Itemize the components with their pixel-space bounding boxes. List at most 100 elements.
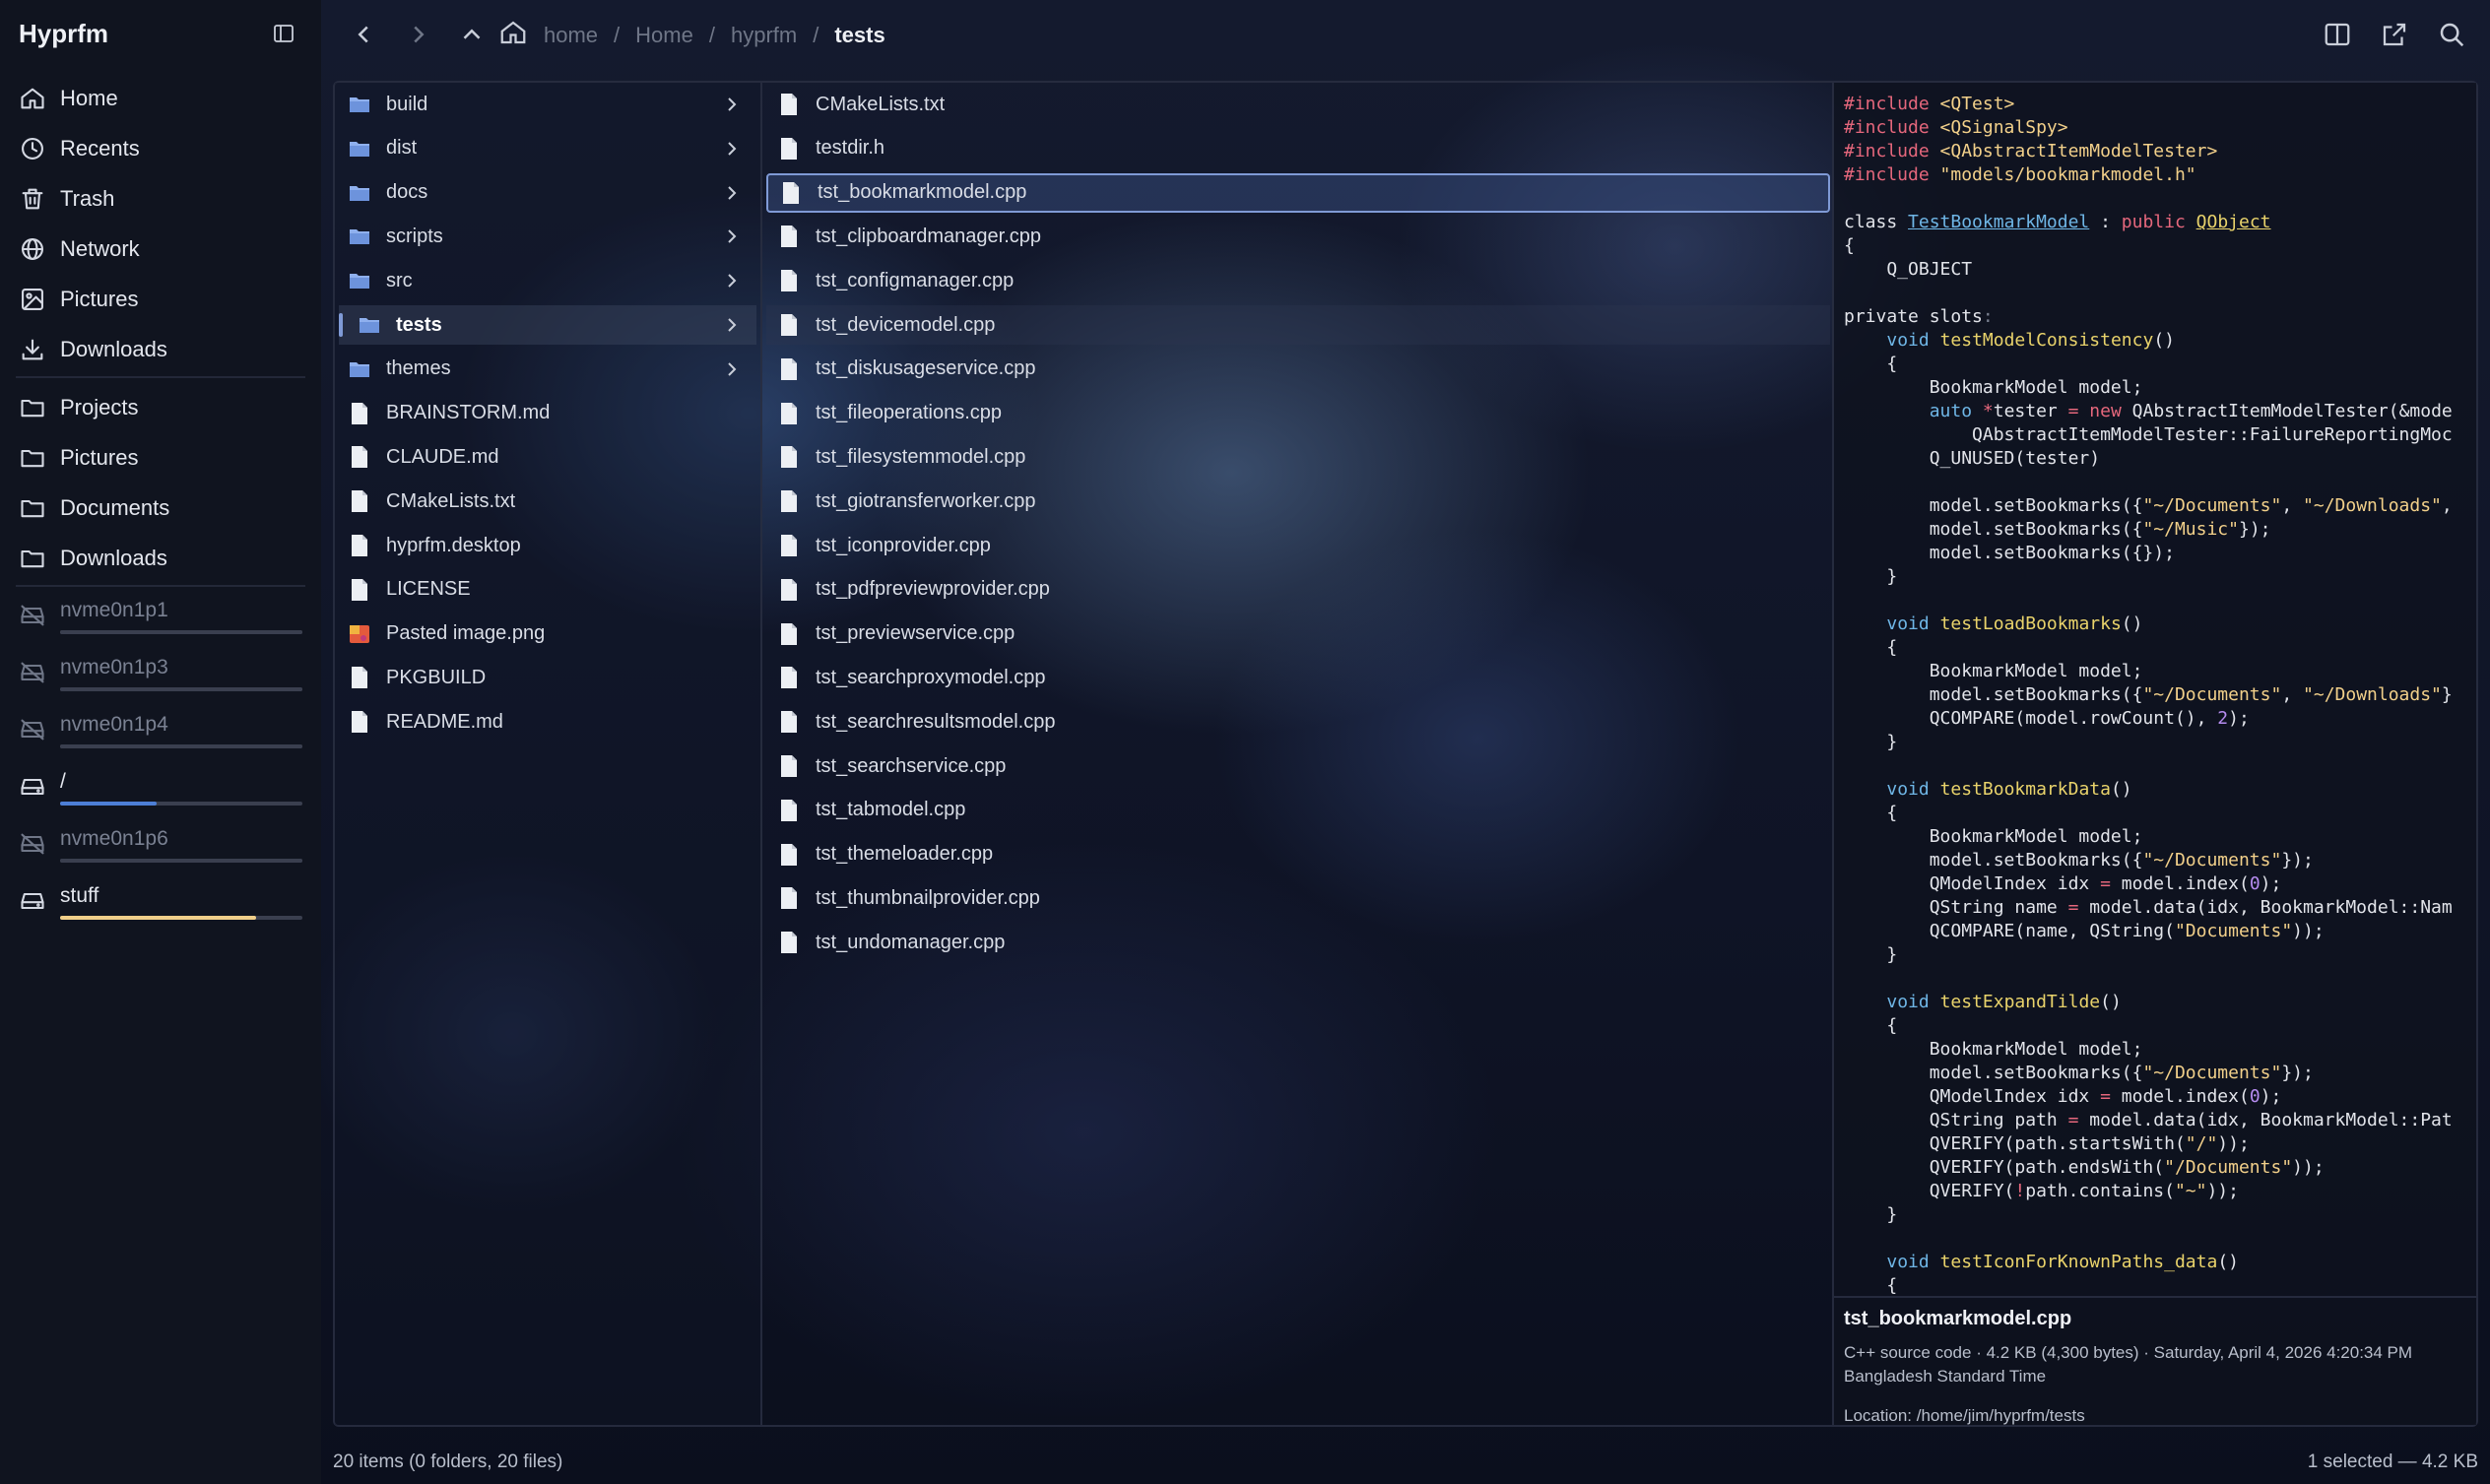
- file-row-tst-iconprovider-cpp[interactable]: tst_iconprovider.cpp: [766, 526, 1830, 565]
- folder-row-tests[interactable]: tests: [339, 305, 756, 345]
- preview-file-location: Location: /home/jim/hyprfm/tests: [1844, 1406, 2085, 1425]
- status-selection: 1 selected — 4.2 KB: [2307, 1452, 2478, 1472]
- sidebar-bookmark-downloads[interactable]: Downloads: [0, 533, 321, 583]
- file-row-tst-previewservice-cpp[interactable]: tst_previewservice.cpp: [766, 614, 1830, 654]
- file-name: tst_fileoperations.cpp: [816, 402, 1003, 424]
- sidebar-item-pictures[interactable]: Pictures: [0, 274, 321, 324]
- file-row-tst-themeloader-cpp[interactable]: tst_themeloader.cpp: [766, 835, 1830, 874]
- code-line: }: [1844, 1204, 1898, 1225]
- drive-label: nvme0n1p4: [60, 713, 168, 736]
- file-row-tst-searchservice-cpp[interactable]: tst_searchservice.cpp: [766, 746, 1830, 786]
- file-row-testdir-h[interactable]: testdir.h: [766, 129, 1830, 168]
- sidebar-item-network[interactable]: Network: [0, 224, 321, 274]
- sidebar-item-trash[interactable]: Trash: [0, 173, 321, 224]
- file-row-tst-tabmodel-cpp[interactable]: tst_tabmodel.cpp: [766, 791, 1830, 830]
- file-row-tst-giotransferworker-cpp[interactable]: tst_giotransferworker.cpp: [766, 482, 1830, 521]
- file-row-tst-bookmarkmodel-cpp[interactable]: tst_bookmarkmodel.cpp: [766, 172, 1830, 213]
- code-line: BookmarkModel model;: [1844, 661, 2143, 681]
- sidebar-item-label: Home: [60, 85, 118, 110]
- code-line: void testIconForKnownPaths_data(): [1886, 1252, 2240, 1272]
- file-row-cmakelists-txt[interactable]: CMakeLists.txt: [766, 85, 1830, 124]
- file-icon: [778, 534, 816, 557]
- sidebar-bookmark-pictures[interactable]: Pictures: [0, 432, 321, 483]
- code-line: model.setBookmarks({"~/Documents", "~/Do…: [1844, 684, 2453, 705]
- file-row-readme-md[interactable]: README.md: [339, 702, 756, 742]
- file-row-tst-clipboardmanager-cpp[interactable]: tst_clipboardmanager.cpp: [766, 217, 1830, 256]
- folder-row-build[interactable]: build: [339, 85, 756, 124]
- drive-info: nvme0n1p6: [60, 827, 322, 863]
- file-row-tst-diskusageservice-cpp[interactable]: tst_diskusageservice.cpp: [766, 350, 1830, 389]
- code-line: {: [1844, 235, 1855, 256]
- search-icon[interactable]: [2437, 20, 2466, 49]
- sidebar-item-label: Recents: [60, 135, 140, 161]
- forward-icon[interactable]: [404, 20, 433, 49]
- file-row-tst-fileoperations-cpp[interactable]: tst_fileoperations.cpp: [766, 394, 1830, 433]
- file-row-tst-filesystemmodel-cpp[interactable]: tst_filesystemmodel.cpp: [766, 437, 1830, 477]
- preview-file-meta: C++ source code · 4.2 KB (4,300 bytes) ·…: [1844, 1343, 2413, 1386]
- sidebar-drive-stuff[interactable]: stuff: [0, 876, 321, 934]
- drive-label: nvme0n1p3: [60, 656, 168, 678]
- drive-info: stuff: [60, 884, 322, 920]
- file-row-brainstorm-md[interactable]: BRAINSTORM.md: [339, 394, 756, 433]
- file-row-tst-devicemodel-cpp[interactable]: tst_devicemodel.cpp: [766, 305, 1830, 345]
- code-line: Q_OBJECT: [1844, 259, 1973, 280]
- file-row-license[interactable]: LICENSE: [339, 570, 756, 610]
- sidebar-drive-nvme0n1p3[interactable]: nvme0n1p3: [0, 648, 321, 705]
- file-row-tst-pdfpreviewprovider-cpp[interactable]: tst_pdfpreviewprovider.cpp: [766, 570, 1830, 610]
- folder-icon: [359, 313, 396, 337]
- file-icon: [778, 402, 816, 425]
- breadcrumb-separator: /: [614, 23, 621, 47]
- folder-row-dist[interactable]: dist: [339, 129, 756, 168]
- breadcrumb-item-hyprfm[interactable]: hyprfm: [731, 23, 797, 48]
- code-line: QAbstractItemModelTester::FailureReporti…: [1844, 424, 2453, 445]
- file-name: tst_searchproxymodel.cpp: [816, 666, 1046, 688]
- file-row-tst-searchresultsmodel-cpp[interactable]: tst_searchresultsmodel.cpp: [766, 702, 1830, 742]
- breadcrumb-current[interactable]: tests: [834, 23, 885, 48]
- open-external-icon[interactable]: [2380, 20, 2409, 49]
- sidebar-drive-root[interactable]: /: [0, 762, 321, 819]
- sidebar-drive-nvme0n1p1[interactable]: nvme0n1p1: [0, 591, 321, 648]
- file-row-tst-configmanager-cpp[interactable]: tst_configmanager.cpp: [766, 261, 1830, 300]
- file-row-hyprfm-desktop[interactable]: hyprfm.desktop: [339, 526, 756, 565]
- active-indicator: [339, 313, 343, 337]
- sidebar-item-label: Downloads: [60, 336, 167, 361]
- file-row-claude-md[interactable]: CLAUDE.md: [339, 437, 756, 477]
- code-line: ​: [1844, 589, 2466, 613]
- code-preview: #include <QTest> #include <QSignalSpy> #in…: [1844, 93, 2466, 1296]
- file-row-pkgbuild[interactable]: PKGBUILD: [339, 658, 756, 697]
- sidebar-bookmark-projects[interactable]: Projects: [0, 382, 321, 432]
- file-icon: [778, 357, 816, 381]
- folder-name: dist: [386, 137, 418, 160]
- folder-row-docs[interactable]: docs: [339, 173, 756, 213]
- file-row-tst-thumbnailprovider-cpp[interactable]: tst_thumbnailprovider.cpp: [766, 878, 1830, 918]
- drive-usage-fill: [60, 916, 257, 920]
- sidebar-item-recents[interactable]: Recents: [0, 123, 321, 173]
- folder-icon: [19, 444, 60, 472]
- file-name: tst_undomanager.cpp: [816, 931, 1006, 953]
- sidebar-drive-nvme0n1p4[interactable]: nvme0n1p4: [0, 705, 321, 762]
- up-icon[interactable]: [457, 20, 487, 49]
- current-column: CMakeLists.txt testdir.h tst_bookmarkmodel…: [762, 83, 1832, 1425]
- folder-row-themes[interactable]: themes: [339, 350, 756, 389]
- file-row-tst-searchproxymodel-cpp[interactable]: tst_searchproxymodel.cpp: [766, 658, 1830, 697]
- folder-row-src[interactable]: src: [339, 261, 756, 300]
- code-line: }: [1844, 944, 1898, 965]
- file-row-tst-undomanager-cpp[interactable]: tst_undomanager.cpp: [766, 923, 1830, 962]
- folder-row-scripts[interactable]: scripts: [339, 217, 756, 256]
- split-view-icon[interactable]: [2323, 20, 2352, 49]
- sidebar-drive-nvme0n1p6[interactable]: nvme0n1p6: [0, 819, 321, 876]
- sidebar-item-downloads[interactable]: Downloads: [0, 324, 321, 374]
- sidebar-toggle-icon[interactable]: [272, 22, 295, 45]
- breadcrumb-item-home[interactable]: Home: [635, 23, 693, 48]
- sidebar-item-home[interactable]: Home: [0, 73, 321, 123]
- file-icon: [349, 710, 386, 734]
- sidebar-bookmark-documents[interactable]: Documents: [0, 483, 321, 533]
- toolbar: home / Home / hyprfm / tests: [321, 0, 2490, 69]
- file-name: tst_clipboardmanager.cpp: [816, 225, 1042, 247]
- breadcrumb-item-home[interactable]: home: [544, 23, 598, 48]
- home-icon[interactable]: [498, 18, 528, 47]
- file-row-cmakelists-txt[interactable]: CMakeLists.txt: [339, 482, 756, 521]
- file-row-pasted-image-png[interactable]: Pasted image.png: [339, 614, 756, 654]
- code-line: QString name = model.data(idx, BookmarkM…: [1844, 897, 2453, 918]
- back-icon[interactable]: [349, 20, 378, 49]
